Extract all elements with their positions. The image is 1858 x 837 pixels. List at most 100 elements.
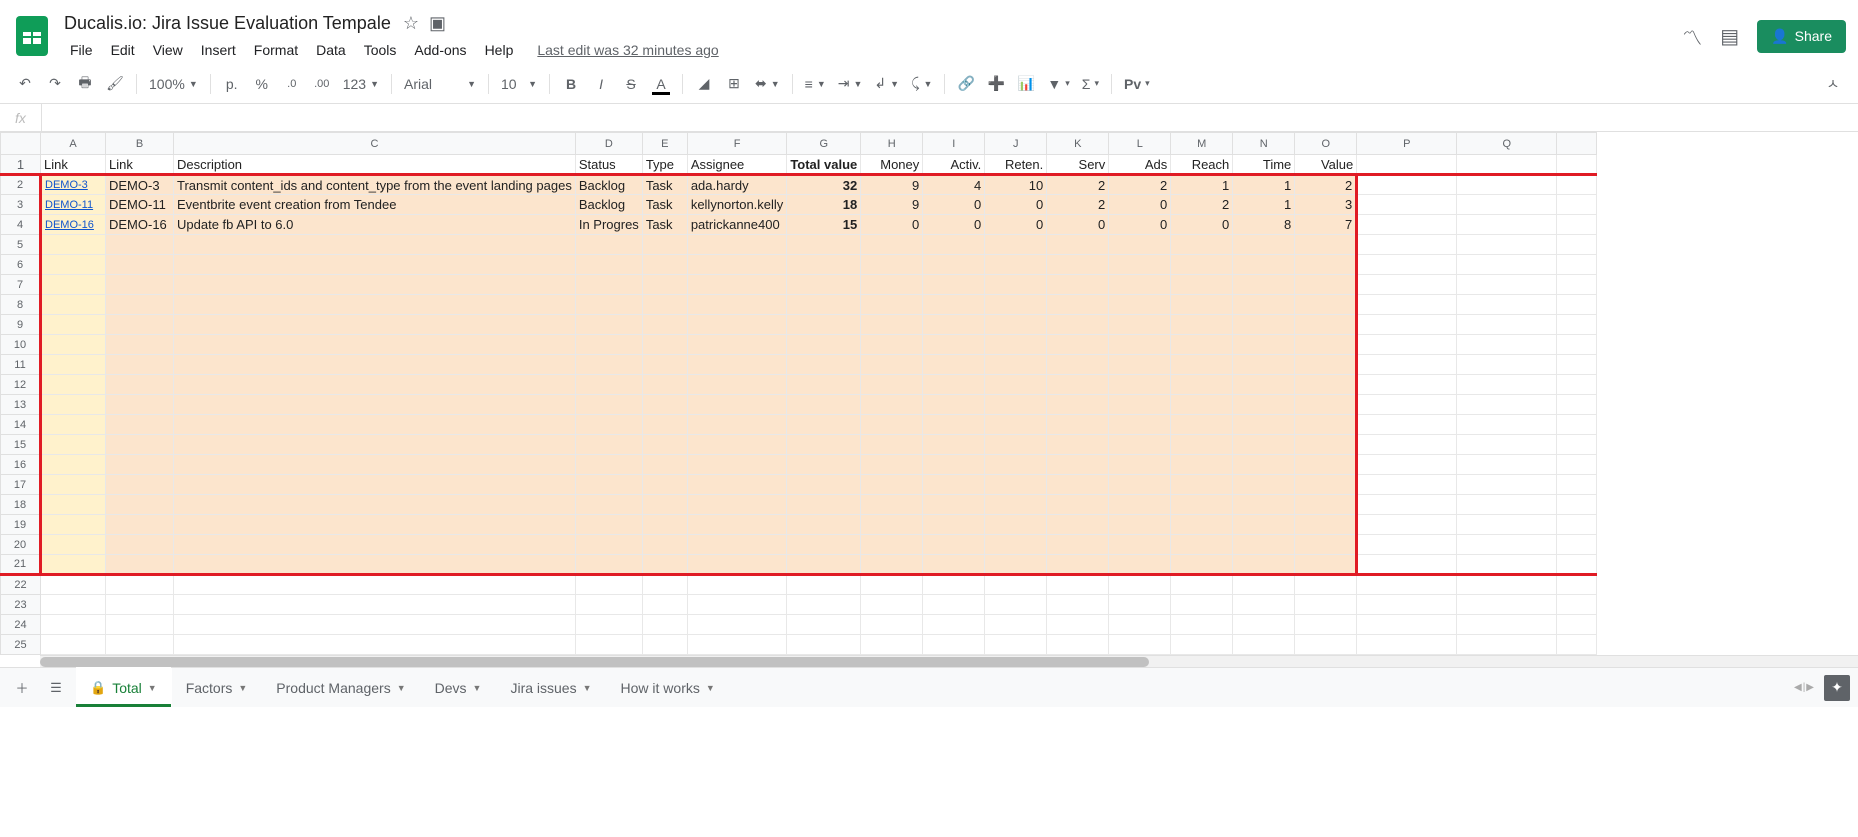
empty-cell[interactable] bbox=[1233, 535, 1295, 555]
empty-cell[interactable] bbox=[923, 335, 985, 355]
empty-cell[interactable] bbox=[1171, 635, 1233, 655]
data-cell[interactable]: Task bbox=[642, 195, 687, 215]
empty-cell[interactable] bbox=[923, 435, 985, 455]
scrollbar-thumb[interactable] bbox=[40, 657, 1149, 667]
data-cell[interactable]: patrickanne400 bbox=[687, 215, 787, 235]
empty-cell[interactable] bbox=[1233, 295, 1295, 315]
empty-cell[interactable] bbox=[1233, 255, 1295, 275]
empty-cell[interactable] bbox=[1047, 275, 1109, 295]
empty-cell[interactable] bbox=[106, 255, 174, 275]
undo-button[interactable]: ↶ bbox=[12, 71, 38, 97]
empty-cell[interactable] bbox=[861, 395, 923, 415]
empty-cell[interactable] bbox=[1357, 295, 1457, 315]
empty-cell[interactable] bbox=[174, 475, 576, 495]
empty-cell[interactable] bbox=[1557, 575, 1597, 595]
empty-cell[interactable] bbox=[985, 355, 1047, 375]
merge-dropdown[interactable]: ⬌▼ bbox=[751, 73, 784, 94]
data-cell[interactable]: 2 bbox=[1047, 195, 1109, 215]
column-header[interactable]: B bbox=[106, 133, 174, 155]
empty-cell[interactable] bbox=[41, 355, 106, 375]
empty-cell[interactable] bbox=[1357, 555, 1457, 575]
empty-cell[interactable] bbox=[1171, 535, 1233, 555]
empty-cell[interactable] bbox=[687, 575, 787, 595]
row-header[interactable]: 25 bbox=[1, 635, 41, 655]
empty-cell[interactable] bbox=[1295, 475, 1357, 495]
empty-cell[interactable] bbox=[923, 415, 985, 435]
wrap-dropdown[interactable]: ↲▼ bbox=[870, 73, 903, 94]
empty-cell[interactable] bbox=[985, 415, 1047, 435]
empty-cell[interactable] bbox=[1457, 515, 1557, 535]
empty-cell[interactable] bbox=[1109, 595, 1171, 615]
bold-button[interactable]: B bbox=[558, 71, 584, 97]
empty-cell[interactable] bbox=[787, 315, 861, 335]
empty-cell[interactable] bbox=[1357, 615, 1457, 635]
empty-cell[interactable] bbox=[41, 575, 106, 595]
header-cell[interactable]: Link bbox=[106, 155, 174, 175]
empty-cell[interactable] bbox=[985, 395, 1047, 415]
data-cell[interactable]: Update fb API to 6.0 bbox=[174, 215, 576, 235]
data-cell[interactable]: 0 bbox=[923, 195, 985, 215]
empty-cell[interactable] bbox=[1295, 315, 1357, 335]
menu-edit[interactable]: Edit bbox=[103, 38, 143, 62]
empty-cell[interactable] bbox=[642, 615, 687, 635]
expand-toolbar-button[interactable]: ㅅ bbox=[1820, 71, 1846, 97]
data-cell[interactable]: 2 bbox=[1295, 175, 1357, 195]
empty-cell[interactable] bbox=[41, 375, 106, 395]
empty-cell[interactable] bbox=[1047, 235, 1109, 255]
sheets-logo[interactable] bbox=[12, 16, 52, 56]
empty-cell[interactable] bbox=[642, 315, 687, 335]
empty-cell[interactable] bbox=[1557, 435, 1597, 455]
column-header[interactable]: I bbox=[923, 133, 985, 155]
empty-cell[interactable] bbox=[1047, 635, 1109, 655]
empty-cell[interactable] bbox=[106, 555, 174, 575]
empty-cell[interactable] bbox=[1233, 335, 1295, 355]
empty-cell[interactable] bbox=[985, 435, 1047, 455]
data-cell[interactable]: 1 bbox=[1233, 195, 1295, 215]
empty-cell[interactable] bbox=[106, 415, 174, 435]
empty-cell[interactable] bbox=[1357, 355, 1457, 375]
empty-cell[interactable] bbox=[861, 495, 923, 515]
row-header[interactable]: 2 bbox=[1, 175, 41, 195]
empty-cell[interactable] bbox=[174, 615, 576, 635]
empty-cell[interactable] bbox=[174, 255, 576, 275]
empty-cell[interactable] bbox=[861, 435, 923, 455]
empty-cell[interactable] bbox=[1457, 395, 1557, 415]
sheet-tab[interactable]: 🔒Total▼ bbox=[76, 668, 172, 707]
empty-cell[interactable] bbox=[1171, 335, 1233, 355]
empty-cell[interactable] bbox=[1557, 455, 1597, 475]
empty-cell[interactable] bbox=[106, 275, 174, 295]
empty-cell[interactable] bbox=[1233, 435, 1295, 455]
empty-cell[interactable] bbox=[923, 375, 985, 395]
row-header[interactable]: 13 bbox=[1, 395, 41, 415]
empty-cell[interactable] bbox=[1047, 335, 1109, 355]
empty-cell[interactable] bbox=[1295, 335, 1357, 355]
empty-cell[interactable] bbox=[106, 595, 174, 615]
header-cell[interactable]: Total value bbox=[787, 155, 861, 175]
empty-cell[interactable] bbox=[985, 495, 1047, 515]
empty-cell[interactable] bbox=[1109, 375, 1171, 395]
empty-cell[interactable] bbox=[985, 295, 1047, 315]
data-cell[interactable]: 18 bbox=[787, 195, 861, 215]
empty-cell[interactable] bbox=[1557, 595, 1597, 615]
data-cell[interactable]: 0 bbox=[1047, 215, 1109, 235]
empty-cell[interactable] bbox=[1109, 535, 1171, 555]
empty-cell[interactable] bbox=[642, 355, 687, 375]
empty-cell[interactable] bbox=[1457, 615, 1557, 635]
empty-cell[interactable] bbox=[687, 635, 787, 655]
empty-cell[interactable] bbox=[1457, 435, 1557, 455]
empty-cell[interactable] bbox=[174, 535, 576, 555]
halign-dropdown[interactable]: ≡▼ bbox=[801, 74, 830, 94]
row-header[interactable]: 12 bbox=[1, 375, 41, 395]
tab-caret-icon[interactable]: ▼ bbox=[238, 683, 247, 693]
empty-cell[interactable] bbox=[861, 555, 923, 575]
empty-cell[interactable] bbox=[1457, 415, 1557, 435]
empty-cell[interactable] bbox=[106, 335, 174, 355]
empty-cell[interactable] bbox=[787, 555, 861, 575]
empty-cell[interactable] bbox=[174, 635, 576, 655]
empty-cell[interactable] bbox=[1109, 355, 1171, 375]
empty-cell[interactable] bbox=[1557, 495, 1597, 515]
header-cell[interactable]: Type bbox=[642, 155, 687, 175]
empty-cell[interactable] bbox=[687, 515, 787, 535]
empty-cell[interactable] bbox=[174, 595, 576, 615]
header-cell[interactable]: Ads bbox=[1109, 155, 1171, 175]
